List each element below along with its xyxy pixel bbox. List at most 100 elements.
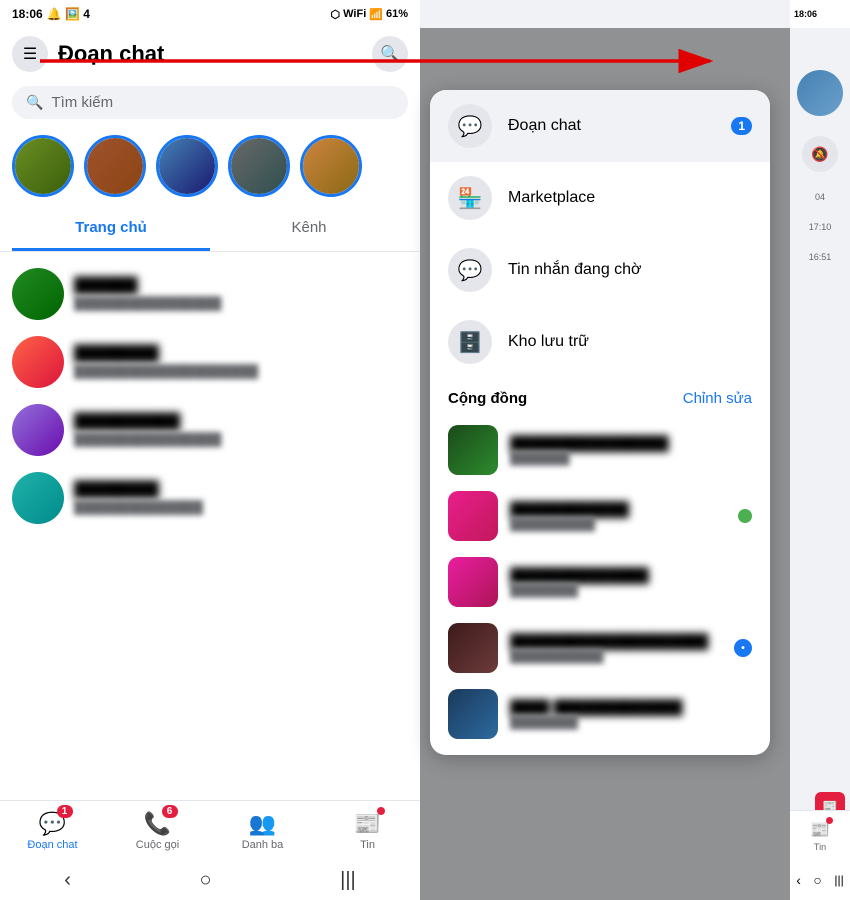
community-list-item[interactable]: ████████████ ██████████ [448,483,752,549]
chat-info: ████████ ██████████████ [74,481,408,515]
signal-icon: 📶 [369,8,383,21]
story-item[interactable] [156,135,218,197]
battery-icon: 61% [386,8,408,20]
right-panel-avatar[interactable] [797,70,843,116]
calls-badge: 6 [162,805,178,818]
chat-preview: ████████████████████ [74,364,408,379]
community-avatar [448,689,498,739]
search-button[interactable]: 🔍 [372,36,408,72]
marketplace-menu-label: Marketplace [508,189,595,207]
nav-cuoc-goi[interactable]: 6 📞 Cuộc gọi [105,801,210,860]
menu-item-marketplace[interactable]: 🏪 Marketplace [430,162,770,234]
tin-nav-right[interactable]: 📰 Tin [810,820,830,852]
avatar [12,336,64,388]
community-name: ██████████████ [510,567,752,583]
tab-kenh[interactable]: Kênh [210,207,408,251]
story-item[interactable] [84,135,146,197]
chat-menu-label: Đoạn chat [508,117,581,135]
community-sub: ███████████ [510,649,722,663]
dropdown-menu: 💬 Đoạn chat 1 🏪 Marketplace 💬 Tin nhắn đ… [430,90,770,755]
nav-tin[interactable]: 📰 Tin [315,801,420,860]
home-button-right[interactable]: ○ [813,872,821,888]
search-bar-icon: 🔍 [26,94,43,111]
community-list-item[interactable]: ██████████████ ████████ [448,549,752,615]
community-list-item[interactable]: ████████████████ ███████ [448,417,752,483]
search-bar[interactable]: 🔍 Tìm kiếm [12,86,408,119]
community-header: Cộng đồng Chỉnh sửa [448,390,752,407]
tab-trang-chu[interactable]: Trang chủ [12,207,210,251]
notification-icons: 🔔 🖼️ 4 [47,7,90,21]
chat-name: ████████ [74,481,408,498]
search-placeholder: Tìm kiếm [51,94,113,111]
mute-button[interactable]: 🔕 [802,136,838,172]
recents-button[interactable]: ||| [340,869,356,892]
pending-menu-icon: 💬 [448,248,492,292]
community-avatar [448,623,498,673]
chat-list-item[interactable]: ██████ ████████████████ [0,260,420,328]
community-info: ████████████████████ ███████████ [510,633,722,663]
hamburger-icon: ☰ [23,44,37,64]
community-title: Cộng đồng [448,390,527,407]
story-item[interactable] [12,135,74,197]
recents-button-right[interactable]: ||| [834,873,843,887]
system-nav-right: ‹ ○ ||| [790,860,850,900]
page-title: Đoạn chat [58,41,362,67]
community-info: ████████████ ██████████ [510,501,726,531]
chat-nav-label: Đoạn chat [27,839,77,851]
right-bottom-nav: 📰 Tin [790,810,850,860]
status-bar-icons-left: ⬡ WiFi 📶 61% [331,8,408,21]
chat-preview: ████████████████ [74,432,408,447]
time-right: 18:06 [794,9,817,19]
menu-item-pending[interactable]: 💬 Tin nhắn đang chờ [430,234,770,306]
chat-info: ██████████ ████████████████ [74,413,408,447]
back-button[interactable]: ‹ [64,869,71,892]
main-header-left: ☰ Đoạn chat 🔍 [0,28,420,80]
chat-name: ██████████ [74,413,408,430]
community-info: ████ █████████████ ████████ [510,699,752,729]
chat-list-item[interactable]: ██████████ ████████████████ [0,396,420,464]
nav-doan-chat[interactable]: 1 💬 Đoạn chat [0,801,105,860]
status-bar-left: 18:06 🔔 🖼️ 4 ⬡ WiFi 📶 61% [0,0,420,28]
system-nav-left: ‹ ○ ||| [0,860,420,900]
news-icon-nav-right: 📰 [810,820,830,840]
community-section: Cộng đồng Chỉnh sửa ████████████████ ███… [430,378,770,755]
status-bar-time-left: 18:06 🔔 🖼️ 4 [12,7,90,21]
chat-list-item[interactable]: ████████ ██████████████ [0,464,420,532]
calls-nav-label: Cuộc gọi [136,839,179,851]
archive-menu-label: Kho lưu trữ [508,333,589,351]
story-item[interactable] [228,135,290,197]
right-phone-panel: 18:06 🔕 04 17:10 16:51 📰 ‹ ○ ||| 📰 Tin [790,0,850,900]
community-sub: ██████████ [510,517,726,531]
community-info: ██████████████ ████████ [510,567,752,597]
bluetooth-icon: ⬡ [331,8,341,21]
time-display: 18:06 [12,7,43,21]
avatar [12,268,64,320]
menu-item-doan-chat[interactable]: 💬 Đoạn chat 1 [430,90,770,162]
chat-preview: ██████████████ [74,500,408,515]
news-nav-label: Tin [360,839,375,851]
community-edit-button[interactable]: Chỉnh sửa [683,390,752,407]
story-item[interactable] [300,135,362,197]
chat-list: ██████ ████████████████ ████████ ███████… [0,252,420,808]
community-list-item[interactable]: ████████████████████ ███████████ • [448,615,752,681]
archive-menu-icon: 🗄️ [448,320,492,364]
avatar [12,472,64,524]
unread-indicator: • [734,639,752,657]
home-button[interactable]: ○ [199,869,211,892]
menu-item-archive[interactable]: 🗄️ Kho lưu trữ [430,306,770,378]
timestamp-3: 16:51 [809,252,832,262]
main-tabs: Trang chủ Kênh [0,207,420,252]
hamburger-menu-button[interactable]: ☰ [12,36,48,72]
community-info: ████████████████ ███████ [510,435,752,465]
nav-danh-ba[interactable]: 👥 Danh ba [210,801,315,860]
chat-info: ██████ ████████████████ [74,277,408,311]
pending-menu-label: Tin nhắn đang chờ [508,261,642,279]
community-list-item[interactable]: ████ █████████████ ████████ [448,681,752,747]
bell-slash-icon: 🔕 [811,146,828,163]
chat-list-item[interactable]: ████████ ████████████████████ [0,328,420,396]
contacts-nav-label: Danh ba [242,839,284,851]
marketplace-menu-icon: 🏪 [448,176,492,220]
back-button-right[interactable]: ‹ [796,872,801,888]
stories-row [0,125,420,207]
community-sub: ████████ [510,715,752,729]
